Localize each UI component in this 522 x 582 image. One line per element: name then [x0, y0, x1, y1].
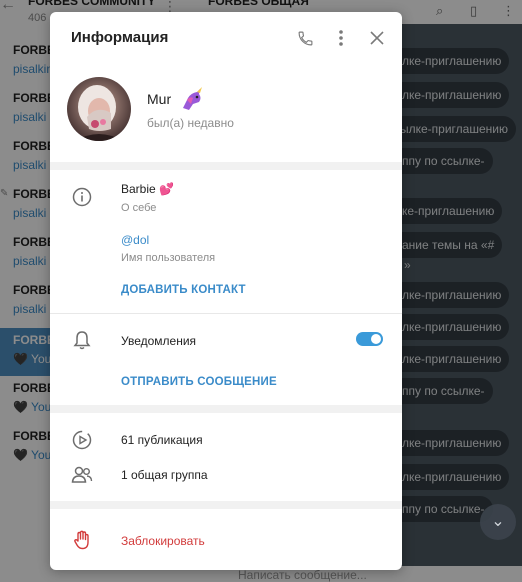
- section-divider: [50, 405, 402, 413]
- profile-section: Mur был(а) недавно: [50, 64, 402, 162]
- send-message-button[interactable]: ОТПРАВИТЬ СООБЩЕНИЕ: [121, 376, 277, 388]
- user-info-dialog: Информация Mur был(а) недавно Barbie 💕 О…: [50, 12, 402, 570]
- users-icon: [70, 463, 94, 487]
- section-divider: [50, 162, 402, 170]
- media-play-icon: [70, 428, 94, 452]
- divider: [50, 313, 402, 314]
- unicorn-emoji-icon: [177, 86, 205, 114]
- toggle-knob: [371, 334, 381, 344]
- dialog-header: Информация: [50, 12, 402, 64]
- username-label: Имя пользователя: [121, 252, 216, 264]
- info-icon: [70, 185, 94, 209]
- notifications-toggle[interactable]: [356, 332, 383, 346]
- section-divider: [50, 501, 402, 509]
- phone-icon[interactable]: [293, 26, 317, 50]
- profile-name: Mur: [147, 91, 172, 107]
- username-value[interactable]: @dol: [121, 233, 149, 247]
- scroll-down-button[interactable]: ⌄: [480, 504, 516, 540]
- about-value: Barbie 💕: [121, 182, 174, 196]
- bell-icon: [70, 328, 94, 352]
- dialog-title: Информация: [71, 29, 169, 46]
- close-icon[interactable]: [365, 26, 389, 50]
- about-label: О себе: [121, 202, 157, 214]
- more-vertical-icon[interactable]: [329, 26, 353, 50]
- profile-status: был(а) недавно: [147, 116, 234, 130]
- notifications-label: Уведомления: [121, 334, 197, 348]
- hand-stop-icon: [70, 528, 94, 552]
- publications-count[interactable]: 61 публикация: [121, 433, 203, 447]
- add-contact-button[interactable]: ДОБАВИТЬ КОНТАКТ: [121, 284, 246, 296]
- avatar[interactable]: [67, 77, 131, 141]
- block-user-button[interactable]: Заблокировать: [121, 534, 205, 548]
- common-groups[interactable]: 1 общая группа: [121, 468, 208, 482]
